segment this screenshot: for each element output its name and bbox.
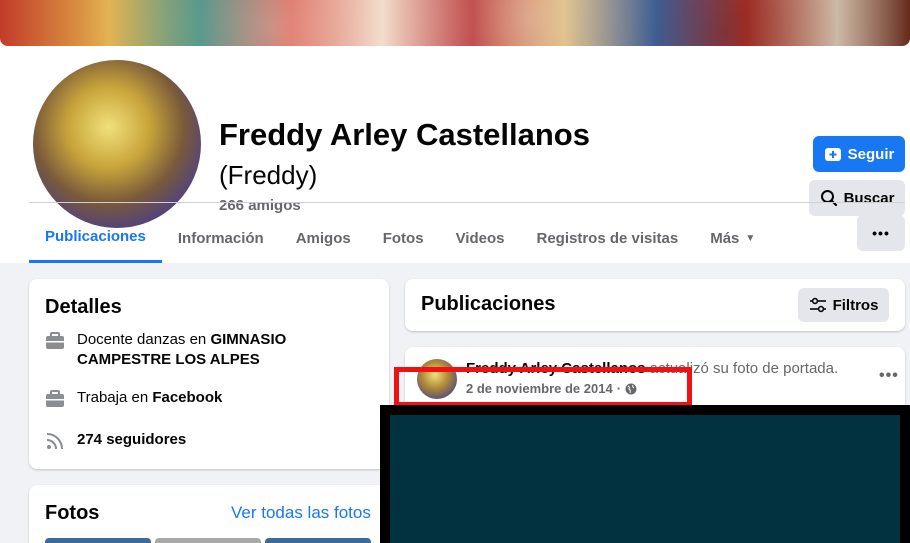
divider <box>29 202 905 203</box>
see-all-photos-link[interactable]: Ver todas las fotos <box>231 503 371 523</box>
tab-amigos[interactable]: Amigos <box>280 213 367 263</box>
work-1-prefix: Docente danzas en <box>77 331 211 348</box>
work-2-prefix: Trabaja en <box>77 389 153 406</box>
redaction-fill <box>390 415 900 543</box>
detail-work-1: Docente danzas en GIMNASIO CAMPESTRE LOS… <box>45 330 375 370</box>
friends-count[interactable]: 266 amigos <box>219 197 301 214</box>
plus-user-icon <box>824 148 841 161</box>
tab-informacion[interactable]: Información <box>162 213 280 263</box>
details-title: Detalles <box>45 296 122 318</box>
red-highlight-box <box>394 367 692 407</box>
tab-registros[interactable]: Registros de visitas <box>520 213 694 263</box>
photo-thumb[interactable] <box>155 538 261 543</box>
profile-name: Freddy Arley Castellanos <box>219 117 590 152</box>
post-options-button[interactable]: ••• <box>879 367 899 385</box>
rss-icon <box>46 433 63 450</box>
profile-header: Freddy Arley Castellanos (Freddy) 266 am… <box>0 46 910 263</box>
profile-avatar[interactable] <box>29 56 205 232</box>
search-label: Buscar <box>843 189 895 207</box>
followers-count[interactable]: 274 seguidores <box>77 430 186 451</box>
details-card: Detalles Docente danzas en GIMNASIO CAMP… <box>29 279 389 469</box>
more-icon: ••• <box>872 225 890 241</box>
photo-thumb[interactable] <box>45 538 151 543</box>
photos-title: Fotos <box>45 502 100 524</box>
briefcase-icon <box>46 332 64 349</box>
tab-videos[interactable]: Videos <box>440 213 521 263</box>
photo-grid <box>45 538 371 543</box>
filter-label: Filtros <box>832 296 879 314</box>
briefcase-icon <box>46 390 64 407</box>
tab-publicaciones[interactable]: Publicaciones <box>29 213 162 263</box>
detail-work-2: Trabaja en Facebook <box>45 388 375 409</box>
caret-down-icon: ▼ <box>745 232 756 244</box>
more-icon: ••• <box>879 367 899 384</box>
search-button[interactable]: Buscar <box>809 180 905 216</box>
tab-fotos[interactable]: Fotos <box>367 213 440 263</box>
profile-tabs: Publicaciones Información Amigos Fotos V… <box>29 213 771 263</box>
posts-title: Publicaciones <box>421 293 556 315</box>
follow-label: Seguir <box>847 145 895 163</box>
more-options-button[interactable]: ••• <box>857 215 905 251</box>
tab-mas[interactable]: Más ▼ <box>694 213 771 263</box>
search-icon <box>820 190 837 207</box>
photo-thumb[interactable] <box>265 538 371 543</box>
photos-card: Fotos Ver todas las fotos <box>29 485 389 543</box>
follow-button[interactable]: Seguir <box>813 136 905 172</box>
posts-header-card: Publicaciones Filtros <box>405 279 905 331</box>
tab-mas-label: Más <box>710 229 740 247</box>
work-2-place[interactable]: Facebook <box>152 389 222 406</box>
profile-nickname: (Freddy) <box>219 160 318 190</box>
filter-button[interactable]: Filtros <box>798 288 889 322</box>
redaction-overlay <box>380 405 910 543</box>
detail-followers: 274 seguidores <box>45 430 375 451</box>
cover-photo[interactable] <box>0 0 910 46</box>
filter-icon <box>809 297 826 313</box>
